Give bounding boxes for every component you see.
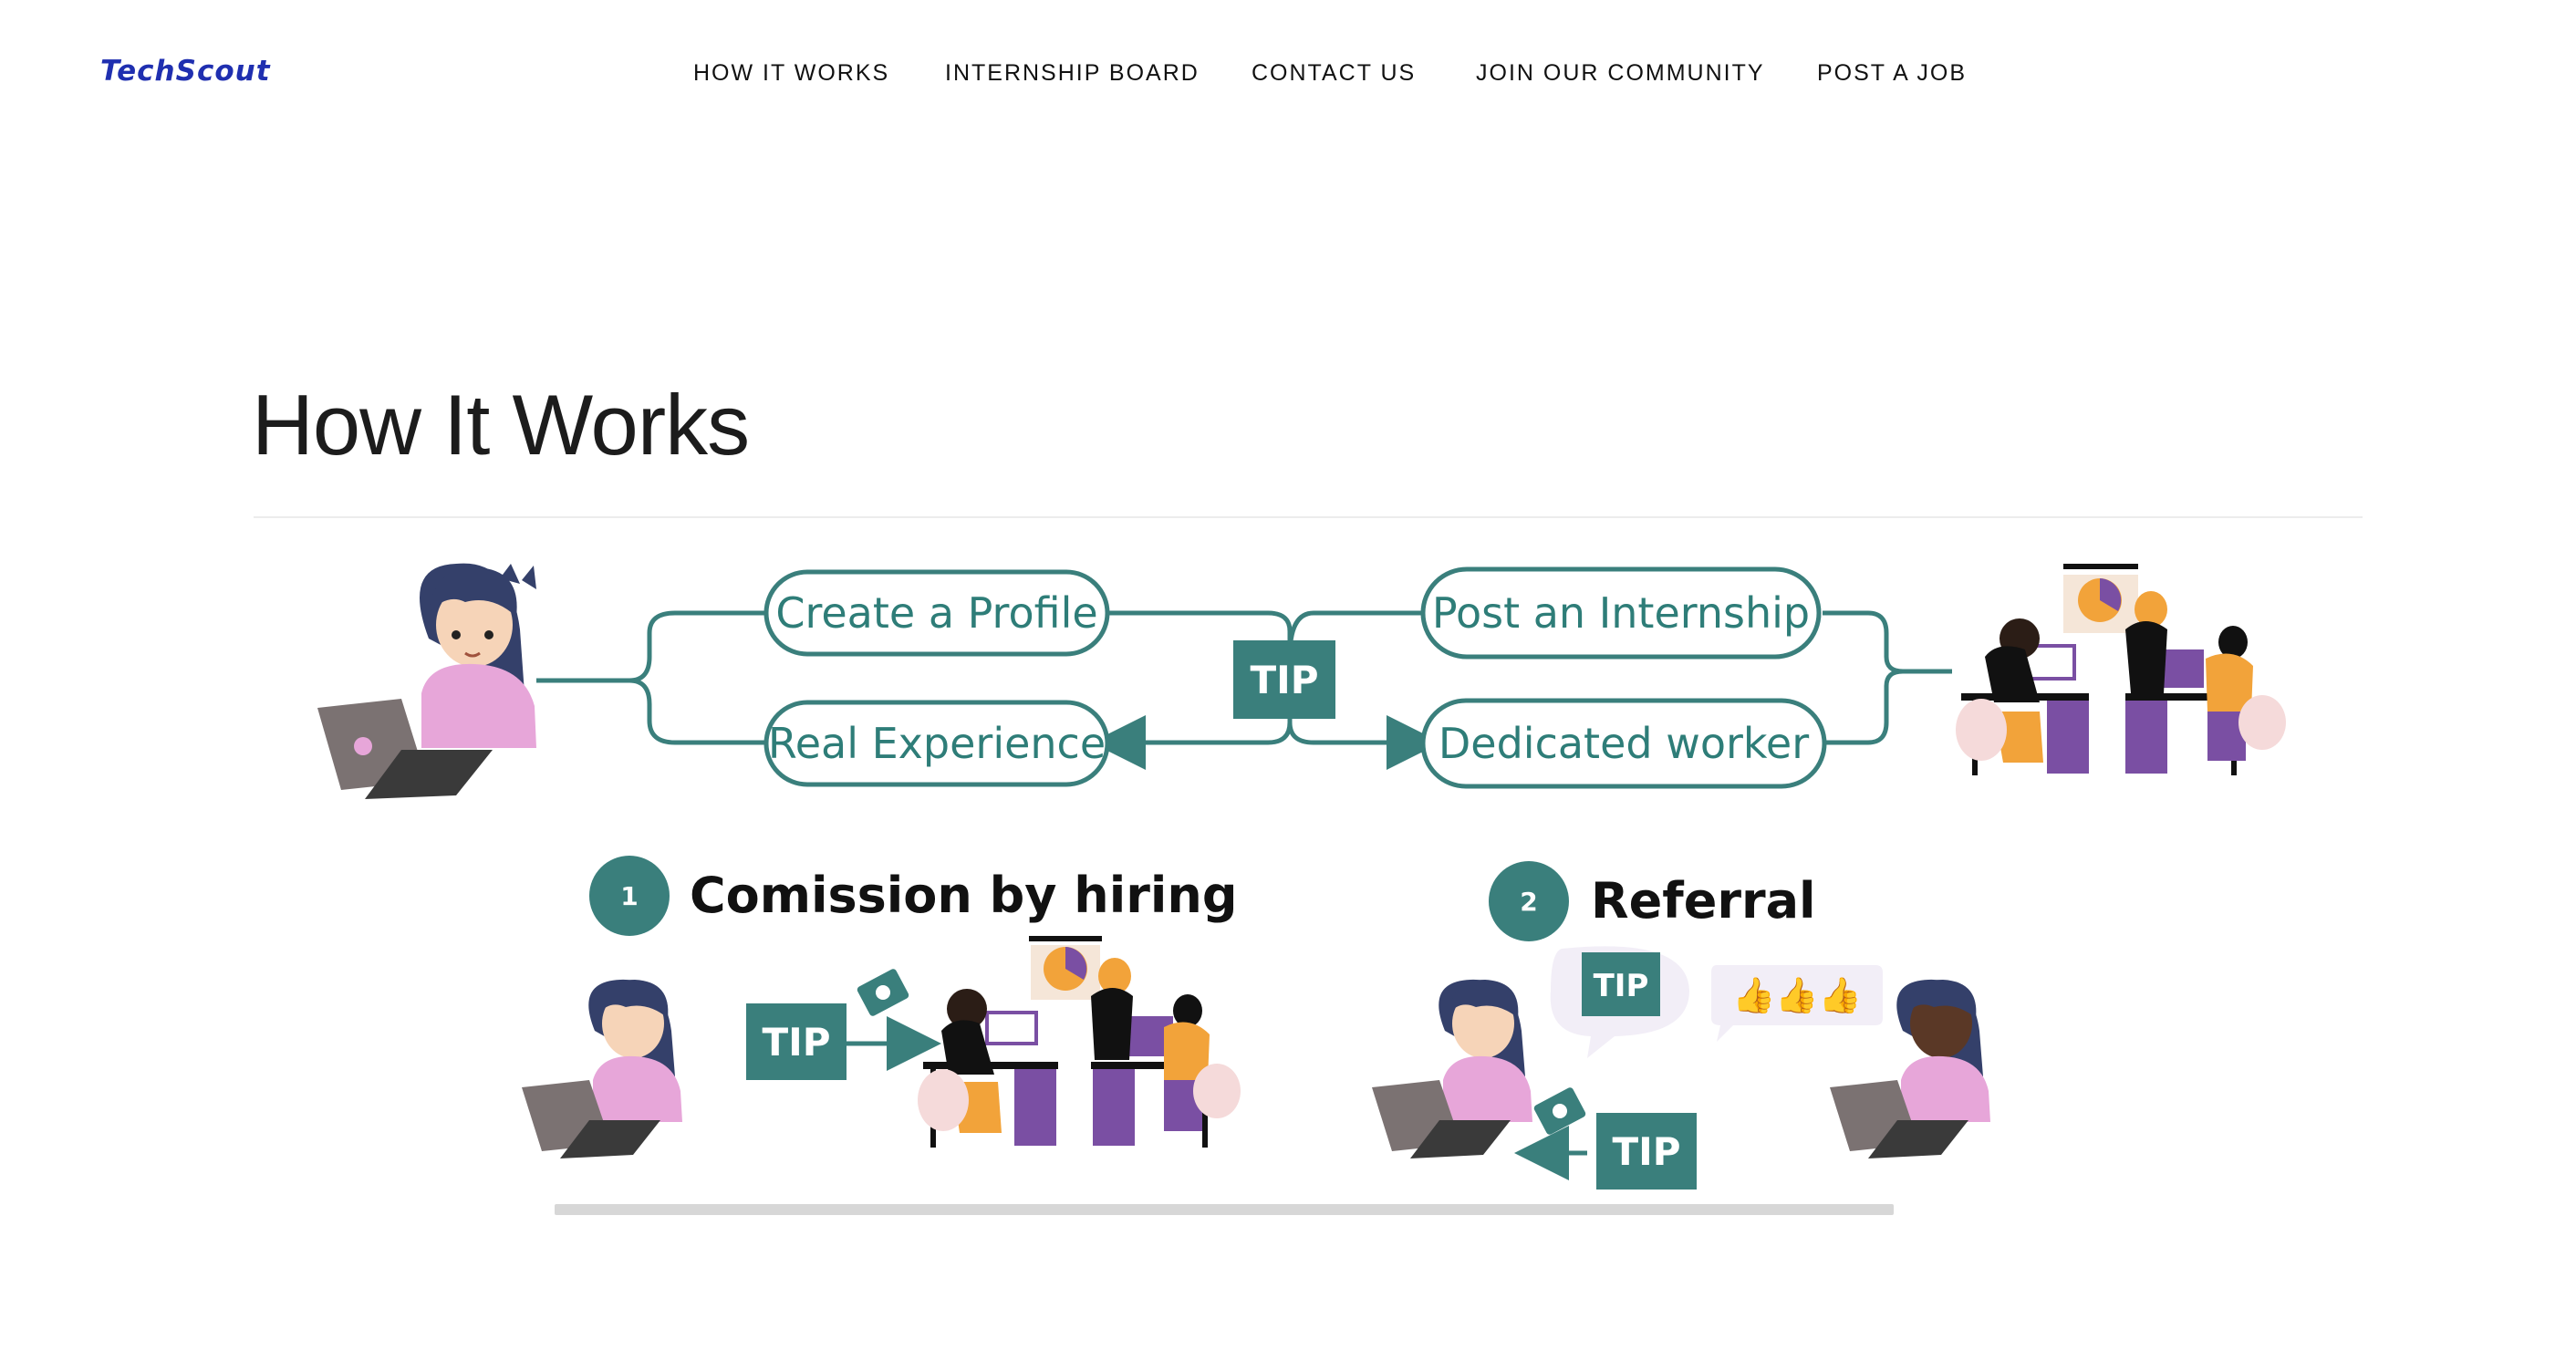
tip-badge-step2: TIP [1596,1113,1697,1190]
pill-real-experience-label: Real Experience [768,719,1106,768]
pill-dedicated-worker-label: Dedicated worker [1439,719,1809,768]
money-icon-step2 [1533,1087,1586,1135]
tip-badge-step1: TIP [746,1003,847,1080]
speech-bubble-tip: TIP [1550,946,1689,1058]
step-1-heading: 1 Comission by hiring [589,856,1238,936]
money-icon [857,969,909,1016]
pill-create-profile-label: Create a Profile [775,588,1097,638]
tip-badge-center-label: TIP [1250,658,1318,702]
student-illustration-step2 [1372,979,1532,1158]
pill-post-internship-label: Post an Internship [1432,588,1810,638]
pill-post-internship: Post an Internship [1420,566,1822,660]
carousel-scrollbar[interactable] [555,1204,1894,1215]
step-1-number: 1 [620,881,638,911]
tip-badge-step2-label: TIP [1612,1129,1680,1174]
step-2-number: 2 [1520,887,1537,917]
step-2-heading: 2 Referral [1489,861,1816,941]
student-illustration-step1 [522,979,682,1158]
pill-dedicated-worker: Dedicated worker [1420,698,1827,789]
pill-real-experience: Real Experience [763,700,1110,787]
step-1-title: Comission by hiring [690,867,1238,924]
thumbs-up-icon: 👍👍👍 [1732,975,1862,1015]
step-2-title: Referral [1591,872,1816,930]
tip-badge-step1-label: TIP [762,1020,830,1065]
how-it-works-diagram: Create a Profile Real Experience Post an… [317,563,2286,1190]
pill-create-profile: Create a Profile [763,569,1110,657]
speech-bubble-thumbs: 👍👍👍 [1711,965,1883,1042]
team-illustration [1956,564,2286,775]
student-illustration [317,563,536,799]
team-illustration-step1 [918,936,1241,1148]
speech-bubble-tip-label: TIP [1594,968,1649,1004]
tip-badge-center: TIP [1233,640,1335,719]
